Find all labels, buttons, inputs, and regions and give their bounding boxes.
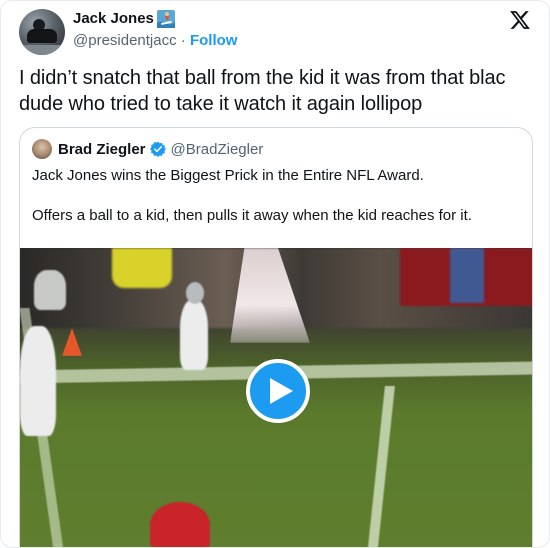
- author-name-text[interactable]: Jack Jones: [73, 9, 154, 29]
- video-player-figure: [180, 300, 208, 370]
- author-handle-row: @presidentjacc · Follow: [73, 31, 237, 51]
- author-display-name[interactable]: Jack Jones: [73, 9, 175, 29]
- tweet-card: Jack Jones @presidentjacc · Follow I did…: [0, 0, 550, 548]
- quoted-display-name: Brad Ziegler: [58, 140, 146, 158]
- quoted-tweet[interactable]: Brad Ziegler @BradZiegler Jack Jones win…: [19, 127, 533, 547]
- verified-badge-icon: [149, 141, 166, 157]
- quoted-text: Jack Jones wins the Biggest Prick in the…: [32, 166, 522, 226]
- tweet-header: Jack Jones @presidentjacc · Follow: [19, 7, 535, 55]
- x-logo-icon[interactable]: [509, 9, 531, 31]
- follow-button[interactable]: Follow: [190, 32, 238, 49]
- surfer-emoji-icon: [156, 10, 175, 28]
- quoted-header: Brad Ziegler @BradZiegler: [32, 138, 263, 160]
- play-button[interactable]: [246, 359, 310, 423]
- quoted-paragraph-1: Jack Jones wins the Biggest Prick in the…: [32, 167, 424, 184]
- video-player[interactable]: [20, 248, 532, 547]
- quoted-avatar: [32, 139, 52, 159]
- tweet-text: I didn’t snatch that ball from the kid i…: [19, 67, 506, 115]
- play-icon: [270, 378, 293, 404]
- video-player-figure: [20, 326, 56, 436]
- quoted-paragraph-2: Offers a ball to a kid, then pulls it aw…: [32, 207, 472, 224]
- author-info: Jack Jones @presidentjacc · Follow: [73, 9, 237, 51]
- quoted-handle: @BradZiegler: [170, 140, 264, 158]
- handle-separator: ·: [180, 32, 186, 49]
- author-avatar[interactable]: [19, 9, 65, 55]
- author-handle[interactable]: @presidentjacc: [73, 32, 177, 49]
